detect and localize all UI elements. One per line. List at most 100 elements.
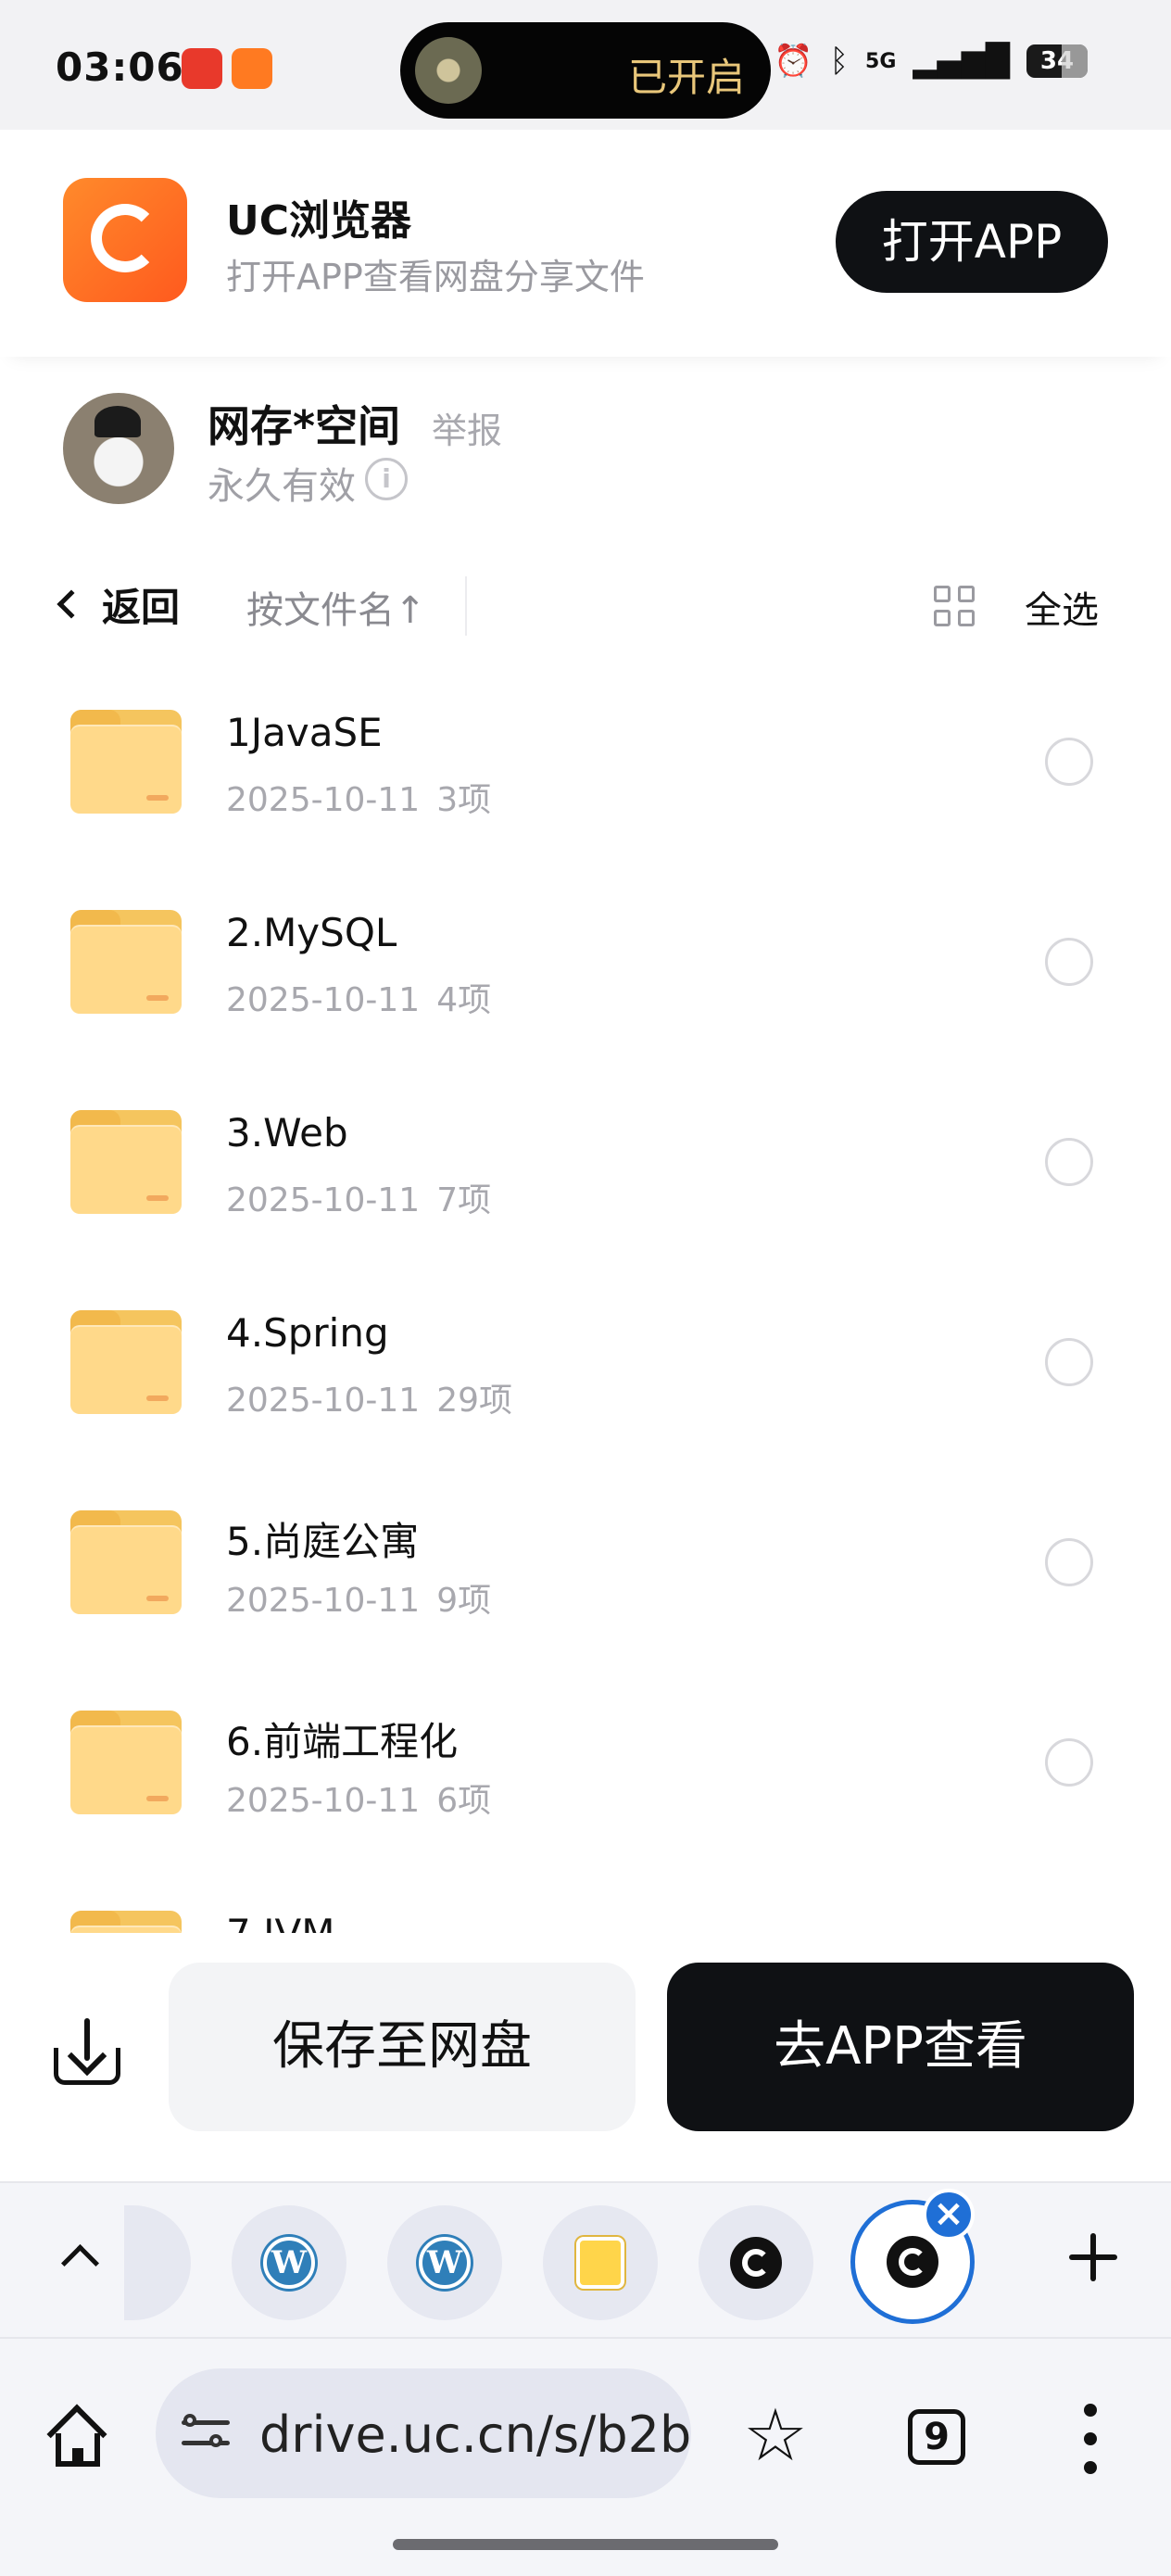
file-date: 2025-10-11	[226, 1382, 421, 1420]
file-row[interactable]: 3.Web 2025-10-11 7项	[0, 1077, 1171, 1277]
file-item-count: 9项	[436, 1582, 492, 1620]
file-select-checkbox[interactable]	[1045, 1538, 1093, 1586]
file-name: 4.Spring	[226, 1310, 389, 1356]
file-row[interactable]: 5.尚庭公寓 2025-10-11 9项	[0, 1477, 1171, 1677]
file-meta: 2025-10-11 6项	[226, 1774, 491, 1822]
open-app-button[interactable]: 打开APP	[836, 191, 1108, 293]
folder-icon	[70, 910, 182, 1014]
file-meta: 2025-10-11 7项	[226, 1173, 491, 1221]
file-row[interactable]: 2.MySQL 2025-10-11 4项	[0, 877, 1171, 1077]
folder-icon	[70, 1310, 182, 1414]
file-date: 2025-10-11	[226, 1582, 421, 1620]
tabs-count-button[interactable]: 9	[908, 2409, 965, 2465]
folder-icon	[70, 1911, 182, 1933]
file-date: 2025-10-11	[226, 981, 421, 1019]
toolbar-divider	[465, 576, 467, 636]
file-row[interactable]: 4.Spring 2025-10-11 29项	[0, 1277, 1171, 1477]
file-select-checkbox[interactable]	[1045, 1738, 1093, 1787]
file-name: 5.尚庭公寓	[226, 1519, 420, 1564]
chevron-left-icon	[57, 589, 86, 619]
file-name: 2.MySQL	[226, 910, 397, 955]
wordpress-icon: W	[419, 2237, 471, 2289]
close-tab-icon[interactable]: ×	[923, 2189, 975, 2241]
folder-icon	[70, 710, 182, 814]
share-owner-name: 网存*空间	[208, 401, 401, 451]
file-row[interactable]: 1JavaSE 2025-10-11 3项	[0, 676, 1171, 877]
browser-tab[interactable]	[543, 2205, 658, 2320]
back-button[interactable]: 返回	[52, 576, 180, 632]
address-bar[interactable]: drive.uc.cn/s/b2b9	[156, 2368, 691, 2498]
file-item-count: 3项	[436, 781, 492, 819]
file-meta: 2025-10-11 4项	[226, 973, 491, 1021]
dynamic-island[interactable]: 已开启	[400, 22, 771, 119]
status-time: 03:06	[56, 44, 184, 90]
island-status-text: 已开启	[627, 55, 745, 100]
folder-icon	[70, 1510, 182, 1614]
info-icon[interactable]: i	[365, 458, 408, 500]
file-meta: 2025-10-11 9项	[226, 1573, 491, 1622]
file-select-checkbox[interactable]	[1045, 1138, 1093, 1186]
signal-icon: ▂▄▆█	[913, 43, 1010, 80]
back-label: 返回	[102, 584, 181, 630]
file-date: 2025-10-11	[226, 1782, 421, 1820]
file-select-checkbox[interactable]	[1045, 938, 1093, 986]
browser-tab[interactable]: W	[232, 2205, 346, 2320]
view-in-app-button[interactable]: 去APP查看	[667, 1963, 1134, 2131]
file-row[interactable]: 6.前端工程化 2025-10-11 6项	[0, 1677, 1171, 1877]
file-list: 1JavaSE 2025-10-11 3项 2.MySQL 2025-10-11 4…	[0, 676, 1171, 1933]
banner-subtitle: 打开APP查看网盘分享文件	[226, 257, 645, 297]
browser-tab[interactable]	[124, 2205, 191, 2320]
memo-icon	[576, 2237, 624, 2289]
site-settings-icon[interactable]	[182, 2409, 230, 2457]
bluetooth-icon: ᛒ	[829, 43, 850, 80]
browser-nav-bar: drive.uc.cn/s/b2b9 ☆ 9	[0, 2339, 1171, 2576]
battery-icon: 34	[1026, 44, 1088, 78]
home-icon[interactable]	[46, 2404, 107, 2469]
folder-icon	[70, 1711, 182, 1814]
file-meta: 2025-10-11 3项	[226, 773, 491, 821]
app-banner: UC浏览器 打开APP查看网盘分享文件 打开APP	[0, 130, 1171, 357]
file-item-count: 6项	[436, 1782, 492, 1820]
uc-browser-logo-icon	[63, 178, 187, 302]
file-date: 2025-10-11	[226, 781, 421, 819]
banner-app-name: UC浏览器	[226, 197, 412, 245]
file-item-count: 29项	[436, 1382, 513, 1420]
report-link[interactable]: 举报	[432, 402, 502, 453]
save-to-drive-button[interactable]: 保存至网盘	[169, 1963, 636, 2131]
notification-app-icon	[232, 48, 272, 89]
download-icon[interactable]	[52, 2018, 122, 2085]
share-validity: 永久有效	[208, 465, 356, 508]
more-menu-icon[interactable]	[1084, 2404, 1097, 2474]
file-date: 2025-10-11	[226, 1181, 421, 1219]
file-item-count: 4项	[436, 981, 492, 1019]
chevron-up-icon[interactable]	[57, 2237, 98, 2278]
wordpress-icon: W	[263, 2237, 315, 2289]
browser-tab[interactable]	[699, 2205, 813, 2320]
uc-browser-icon	[887, 2236, 938, 2288]
file-row[interactable]: 7.JVM	[0, 1877, 1171, 1933]
home-indicator[interactable]	[393, 2539, 778, 2550]
grid-view-icon[interactable]	[934, 586, 975, 626]
action-bar: 保存至网盘 去APP查看	[0, 1933, 1171, 2181]
alarm-icon: ⏰	[774, 43, 813, 80]
file-name: 3.Web	[226, 1110, 348, 1155]
notification-app-icon	[182, 48, 222, 89]
bookmark-star-icon[interactable]: ☆	[741, 2400, 810, 2472]
status-icons: ⏰ ᛒ 5G ▂▄▆█ 34	[774, 43, 1088, 80]
add-tab-icon[interactable]	[1065, 2229, 1121, 2285]
file-select-checkbox[interactable]	[1045, 738, 1093, 786]
file-name: 7.JVM	[226, 1911, 334, 1933]
browser-tab-strip: W W ×	[0, 2181, 1171, 2339]
file-meta: 2025-10-11 29项	[226, 1373, 512, 1421]
flashlight-icon	[415, 37, 482, 104]
select-all-button[interactable]: 全选	[1025, 580, 1099, 634]
avatar	[63, 393, 174, 504]
file-select-checkbox[interactable]	[1045, 1338, 1093, 1386]
url-text: drive.uc.cn/s/b2b9	[259, 2406, 691, 2464]
browser-tab[interactable]: W	[387, 2205, 502, 2320]
sort-by-name-button[interactable]: 按文件名↑	[246, 580, 426, 634]
file-name: 6.前端工程化	[226, 1719, 459, 1764]
status-bar: 03:06 已开启 ⏰ ᛒ 5G ▂▄▆█ 34	[0, 0, 1171, 130]
folder-icon	[70, 1110, 182, 1214]
file-name: 1JavaSE	[226, 710, 383, 755]
